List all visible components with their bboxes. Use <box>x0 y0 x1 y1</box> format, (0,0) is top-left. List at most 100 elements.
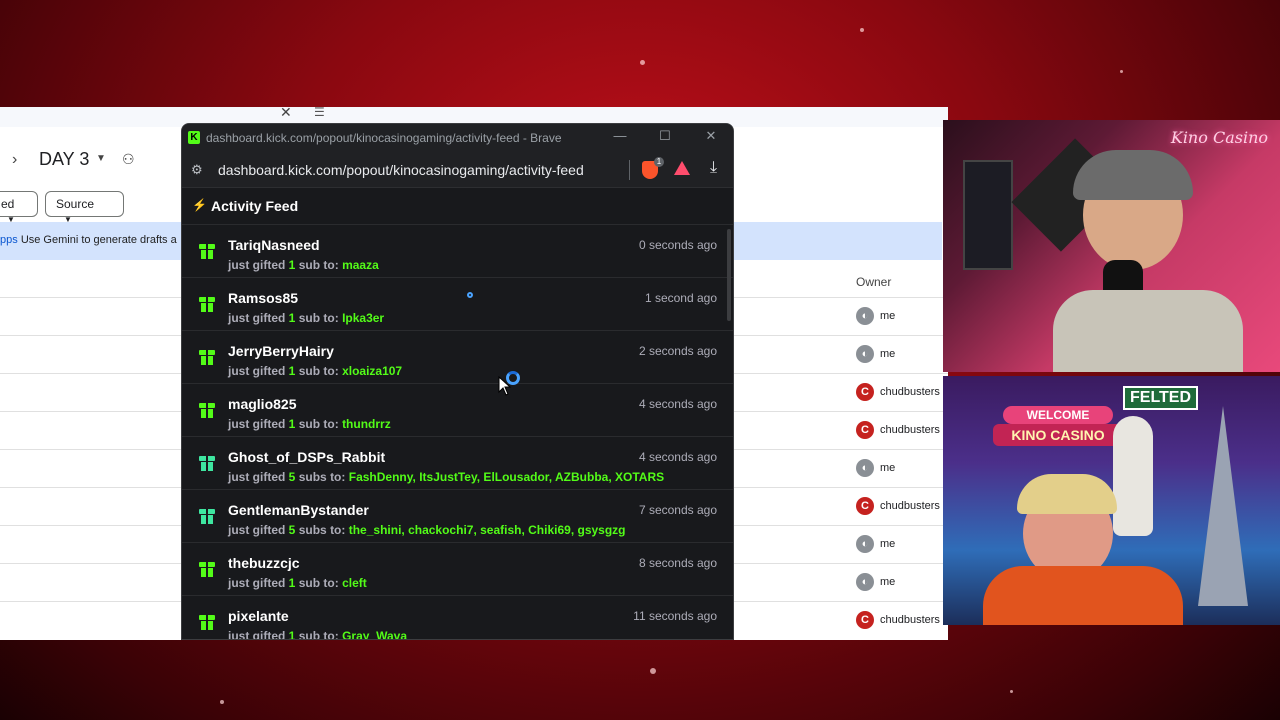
gift-description: just gifted 1 sub to: Gray_Wava <box>228 629 407 639</box>
feed-timestamp: 1 second ago <box>644 291 717 305</box>
gift-count: 1 <box>288 576 296 590</box>
gift-recipients[interactable]: the_shini, chackochi7, seafish, Chiki69,… <box>349 523 626 537</box>
feed-item[interactable]: TariqNasneed 0 seconds ago just gifted 1… <box>182 225 733 278</box>
feed-item[interactable]: GentlemanBystander 7 seconds ago just gi… <box>182 490 733 543</box>
to-phrase: to: <box>323 311 339 325</box>
gift-count: 5 <box>288 470 296 484</box>
feed-timestamp: 11 seconds ago <box>633 609 717 623</box>
document-title[interactable]: DAY 3 <box>39 149 89 170</box>
gifter-username[interactable]: GentlemanBystander <box>228 502 369 518</box>
gift-recipients[interactable]: FashDenny, ItsJustTey, ElLousador, AZBub… <box>349 470 664 484</box>
kick-logo-icon: K <box>188 131 200 144</box>
streamer-cap <box>1073 150 1193 200</box>
gift-unit: subs <box>298 523 327 537</box>
webcam-bottom-panel: WELCOME KINO CASINO FELTED <box>943 376 1280 625</box>
kino-casino-sign: KINO CASINO <box>993 424 1123 446</box>
background-sparkle <box>1120 70 1123 73</box>
gift-unit: subs <box>298 470 327 484</box>
filter-chip-source[interactable]: Source ▼ <box>45 191 124 224</box>
document-nav: › DAY 3 ▼ ⚇ <box>0 143 180 179</box>
url-text[interactable]: dashboard.kick.com/popout/kinocasinogami… <box>218 162 584 178</box>
gift-description: just gifted 1 sub to: xloaiza107 <box>228 364 402 378</box>
minimize-icon[interactable]: — <box>611 128 629 146</box>
gift-icon <box>199 509 215 524</box>
site-settings-icon[interactable]: ⚙ <box>191 162 203 178</box>
close-icon[interactable]: ✕ <box>280 107 292 121</box>
owner-name: me <box>880 461 896 474</box>
gift-icon <box>199 403 215 418</box>
gift-icon <box>199 350 215 365</box>
gifter-username[interactable]: maglio825 <box>228 396 296 412</box>
avatar: ◐ <box>856 345 874 363</box>
gift-unit: sub <box>298 364 321 378</box>
gift-description: just gifted 1 sub to: maaza <box>228 258 379 272</box>
gifter-username[interactable]: TariqNasneed <box>228 237 320 253</box>
gift-description: just gifted 5 subs to: the_shini, chacko… <box>228 523 626 537</box>
background-sparkle <box>220 700 224 704</box>
brave-rewards-icon[interactable] <box>674 161 690 175</box>
feed-item[interactable]: Ghost_of_DSPs_Rabbit 4 seconds ago just … <box>182 437 733 490</box>
activity-feed-title: Activity Feed <box>211 198 299 214</box>
gift-phrase: just gifted <box>228 364 286 378</box>
feed-item[interactable]: JerryBerryHairy 2 seconds ago just gifte… <box>182 331 733 384</box>
gift-recipients[interactable]: cleft <box>342 576 367 590</box>
to-phrase: to: <box>330 523 346 537</box>
feed-timestamp: 2 seconds ago <box>638 344 717 358</box>
feed-item[interactable]: pixelante 11 seconds ago just gifted 1 s… <box>182 596 733 639</box>
owner-cell: Cchudbusters <box>856 611 940 629</box>
gift-unit: sub <box>298 258 321 272</box>
feed-timestamp: 8 seconds ago <box>638 556 717 570</box>
loading-spinner-icon <box>467 292 473 298</box>
feed-item[interactable]: Ramsos85 1 second ago just gifted 1 sub … <box>182 278 733 331</box>
download-icon[interactable]: ⤓ <box>710 159 717 177</box>
avatar: C <box>856 611 874 629</box>
avatar: C <box>856 421 874 439</box>
sliders-icon[interactable]: ☰ <box>314 107 325 119</box>
avatar: ◐ <box>856 535 874 553</box>
gift-count: 5 <box>288 523 296 537</box>
gift-phrase: just gifted <box>228 576 286 590</box>
owner-name: chudbusters <box>880 499 940 512</box>
window-titlebar[interactable]: K dashboard.kick.com/popout/kinocasinoga… <box>182 124 733 152</box>
gifter-username[interactable]: Ramsos85 <box>228 290 298 306</box>
chevron-right-icon[interactable]: › <box>12 151 17 169</box>
felted-street-sign: FELTED <box>1123 386 1199 410</box>
gift-description: just gifted 1 sub to: thundrrz <box>228 417 391 431</box>
lightning-icon: ⚡ <box>192 198 207 212</box>
chevron-down-icon[interactable]: ▼ <box>96 153 106 164</box>
gift-count: 1 <box>288 311 296 325</box>
gift-recipients[interactable]: Ipka3er <box>342 311 384 325</box>
gift-icon <box>199 615 215 630</box>
gifter-username[interactable]: thebuzzcjc <box>228 555 300 571</box>
owner-cell: ◐ me <box>856 535 895 553</box>
gift-description: just gifted 5 subs to: FashDenny, ItsJus… <box>228 470 664 484</box>
gift-recipients[interactable]: maaza <box>342 258 379 272</box>
gift-recipients[interactable]: xloaiza107 <box>342 364 402 378</box>
feed-item[interactable]: maglio825 4 seconds ago just gifted 1 su… <box>182 384 733 437</box>
window-title: dashboard.kick.com/popout/kinocasinogami… <box>206 131 562 145</box>
filter-chip-modified[interactable]: ed ▼ <box>0 191 38 224</box>
gift-recipients[interactable]: thundrrz <box>342 417 391 431</box>
scrollbar-thumb[interactable] <box>727 229 731 321</box>
gift-icon <box>199 456 215 471</box>
gift-recipients[interactable]: Gray_Wava <box>342 629 407 639</box>
owner-column-header[interactable]: Owner <box>856 275 891 289</box>
gifter-username[interactable]: pixelante <box>228 608 289 624</box>
feed-timestamp: 4 seconds ago <box>638 450 717 464</box>
feed-timestamp: 4 seconds ago <box>638 397 717 411</box>
share-people-icon[interactable]: ⚇ <box>122 151 135 168</box>
kino-casino-neon-sign: Kino Casino <box>1170 128 1268 147</box>
owner-cell: ◐ me <box>856 345 895 363</box>
feed-item[interactable]: thebuzzcjc 8 seconds ago just gifted 1 s… <box>182 543 733 596</box>
close-icon[interactable]: ✕ <box>702 128 720 146</box>
gift-phrase: just gifted <box>228 417 286 431</box>
maximize-icon[interactable]: ☐ <box>656 128 674 146</box>
gifter-username[interactable]: JerryBerryHairy <box>228 343 334 359</box>
cohost-cap <box>1017 474 1117 514</box>
gift-unit: sub <box>298 311 321 325</box>
gifter-username[interactable]: Ghost_of_DSPs_Rabbit <box>228 449 385 465</box>
owner-cell: ◐ me <box>856 573 895 591</box>
feed-timestamp: 7 seconds ago <box>638 503 717 517</box>
activity-feed-list[interactable]: TariqNasneed 0 seconds ago just gifted 1… <box>182 224 733 639</box>
filter-chip-label: Source <box>56 197 95 211</box>
